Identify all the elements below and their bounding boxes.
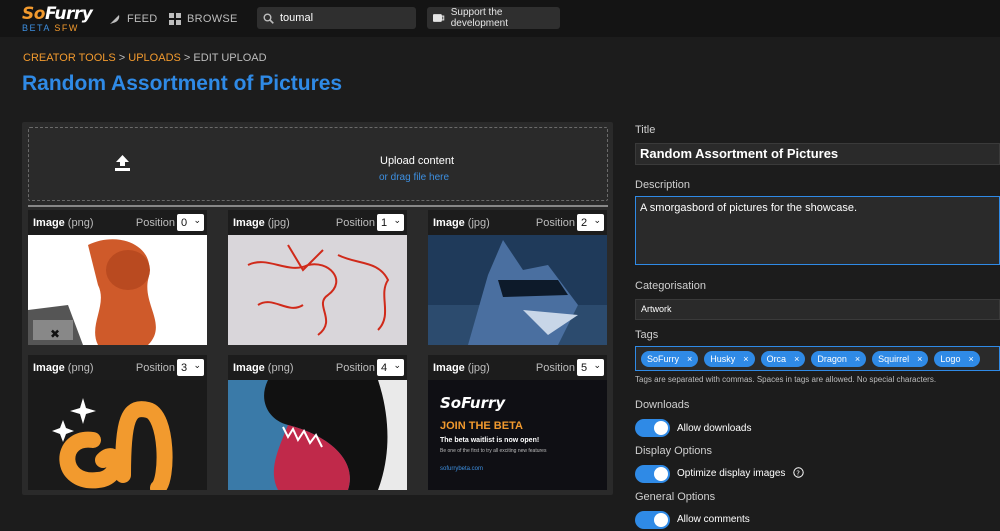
breadcrumb-current: EDIT UPLOAD — [193, 52, 267, 64]
allow-downloads-toggle[interactable] — [635, 419, 670, 437]
tag-remove-icon[interactable]: × — [794, 354, 799, 364]
tags-hint: Tags are separated with commas. Spaces i… — [635, 375, 937, 384]
tag-remove-icon[interactable]: × — [855, 354, 860, 364]
chevron-down-icon: ⌄ — [593, 360, 601, 370]
optimize-images-toggle[interactable] — [635, 465, 670, 483]
breadcrumb-creator-tools[interactable]: CREATOR TOOLS — [23, 52, 116, 64]
thumbnail-dragon-sketch[interactable] — [228, 235, 407, 345]
grid-icon — [169, 13, 181, 25]
tag-chip: Logo × — [934, 350, 980, 367]
tag-chip: Husky × — [704, 350, 755, 367]
media-card: Image (png) Position 0 ⌄ ✖ — [28, 210, 207, 345]
thumbnail-join-beta[interactable]: SoFurry JOIN THE BETA The beta waitlist … — [428, 380, 607, 490]
media-card: Image (png) Position 3 ⌄ — [28, 355, 207, 490]
general-options-label: General Options — [635, 491, 716, 503]
help-icon[interactable]: ? — [793, 467, 804, 478]
position-select[interactable]: 0 ⌄ — [177, 214, 204, 231]
media-card: Image (jpg) Position 2 ⌄ — [428, 210, 607, 345]
media-card: Image (jpg) Position 5 ⌄ SoFurry JOIN THE BE… — [428, 355, 607, 490]
position-select[interactable]: 5 ⌄ — [577, 359, 604, 376]
tag-remove-icon[interactable]: × — [917, 354, 922, 364]
search-icon — [263, 13, 274, 24]
svg-text:✖: ✖ — [50, 327, 60, 341]
display-options-label: Display Options — [635, 445, 713, 457]
upload-panel: Upload content or drag file here Image (p… — [22, 122, 613, 495]
tag-remove-icon[interactable]: × — [687, 354, 692, 364]
breadcrumb-uploads[interactable]: UPLOADS — [128, 52, 181, 64]
tag-chip: Dragon × — [811, 350, 867, 367]
tags-label: Tags — [635, 329, 659, 341]
thumbnail-squirrel[interactable]: ✖ — [28, 235, 207, 345]
description-label: Description — [635, 179, 691, 191]
allow-downloads-label: Allow downloads — [677, 423, 752, 434]
position-select[interactable]: 3 ⌄ — [177, 359, 204, 376]
chevron-down-icon: ⌄ — [193, 360, 201, 370]
position-select[interactable]: 4 ⌄ — [377, 359, 404, 376]
top-nav: SoFurry BETA SFW FEED BROWSE Support the… — [0, 0, 1000, 37]
divider — [28, 205, 608, 207]
drag-file-link[interactable]: or drag file here — [379, 172, 449, 183]
nav-browse-link[interactable]: BROWSE — [169, 11, 238, 27]
page-title: Random Assortment of Pictures — [22, 72, 343, 95]
support-button[interactable]: Support the development — [427, 7, 560, 29]
optimize-images-label: Optimize display images — [677, 468, 786, 479]
position-select[interactable]: 2 ⌄ — [577, 214, 604, 231]
search-input[interactable] — [280, 12, 405, 24]
feather-icon — [110, 14, 120, 24]
category-select[interactable]: Artwork — [635, 299, 1000, 320]
position-select[interactable]: 1 ⌄ — [377, 214, 404, 231]
chevron-down-icon: ⌄ — [593, 215, 601, 225]
media-card: Image (png) Position 4 ⌄ — [228, 355, 407, 490]
thumbnail-orca[interactable] — [228, 380, 407, 490]
tag-remove-icon[interactable]: × — [968, 354, 973, 364]
svg-text:?: ? — [796, 469, 800, 477]
title-label: Title — [635, 124, 656, 136]
tag-chip: Orca × — [760, 350, 806, 367]
coffee-icon — [433, 14, 445, 22]
title-input[interactable]: Random Assortment of Pictures — [635, 143, 1000, 165]
sofurry-logo[interactable]: SoFurry BETA SFW — [22, 6, 93, 34]
upload-dropzone[interactable]: Upload content or drag file here — [28, 127, 608, 201]
tags-input[interactable]: SoFurry × Husky × Orca × Dragon × Squirrel × … — [635, 346, 1000, 371]
thumbnail-husky[interactable] — [428, 235, 607, 345]
allow-comments-toggle[interactable] — [635, 511, 670, 529]
tag-remove-icon[interactable]: × — [743, 354, 748, 364]
chevron-down-icon: ⌄ — [193, 215, 201, 225]
allow-comments-label: Allow comments — [677, 514, 750, 525]
tag-chip: SoFurry × — [641, 350, 699, 367]
nav-feed-link[interactable]: FEED — [108, 11, 158, 27]
breadcrumb: CREATOR TOOLS > UPLOADS > EDIT UPLOAD — [23, 52, 267, 64]
description-textarea[interactable]: A smorgasbord of pictures for the showca… — [635, 196, 1000, 265]
upload-icon — [115, 155, 130, 171]
tag-chip: Squirrel × — [872, 350, 929, 367]
search-box — [257, 7, 416, 29]
downloads-label: Downloads — [635, 399, 690, 411]
chevron-down-icon: ⌄ — [393, 360, 401, 370]
thumbnail-logo[interactable] — [28, 380, 207, 490]
chevron-down-icon: ⌄ — [393, 215, 401, 225]
upload-content-label: Upload content — [380, 155, 454, 167]
media-card: Image (jpg) Position 1 ⌄ — [228, 210, 407, 345]
categorisation-label: Categorisation — [635, 280, 706, 292]
